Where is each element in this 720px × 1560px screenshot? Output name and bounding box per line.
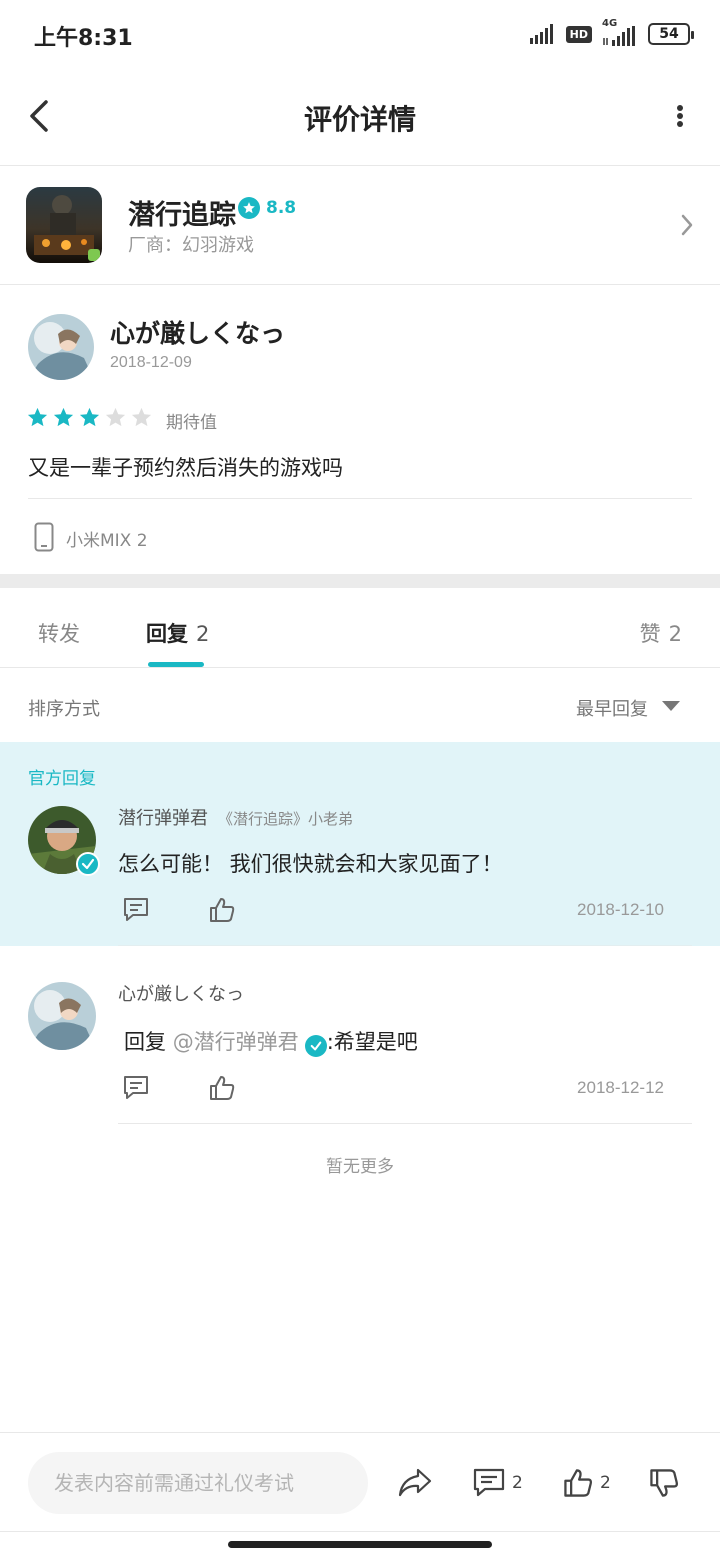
rating-star-icon	[238, 197, 260, 219]
reply-date: 2018-12-10	[577, 900, 664, 919]
mention-link[interactable]: @潜行弹弹君	[173, 1030, 299, 1054]
likes-count: 2	[668, 622, 682, 646]
thumbs-up-icon[interactable]	[208, 1074, 236, 1102]
comment-input[interactable]	[28, 1452, 368, 1514]
thumbs-down-icon	[650, 1469, 678, 1497]
status-bar: 上午8:31 HD 4G 54	[0, 0, 720, 70]
reply-author: 潜行弹弹君 《潜行追踪》小老弟	[118, 808, 354, 829]
review-text: 又是一辈子预约然后消失的游戏吗	[28, 456, 343, 480]
share-button[interactable]	[398, 1467, 432, 1497]
more-options-icon[interactable]	[676, 104, 684, 128]
avatar[interactable]	[28, 982, 96, 1050]
tab-bar: 转发 回复 2 赞2	[0, 588, 720, 668]
page-title: 评价详情	[303, 103, 416, 136]
status-icons: HD 4G 54	[529, 18, 694, 48]
star-filled-icon	[79, 407, 100, 427]
status-time: 上午8:31	[34, 26, 133, 51]
star-rating	[26, 406, 153, 429]
tab-indicator	[148, 662, 204, 667]
nav-bar: 评价详情	[0, 70, 720, 166]
review-author: 心が厳しくなっ	[110, 319, 286, 348]
sort-dropdown[interactable]: 最早回复	[576, 695, 648, 721]
tab-likes[interactable]: 赞2	[640, 618, 682, 648]
reply-text: 怎么可能！ 我们很快就会和大家见面了！	[118, 852, 503, 876]
star-label: 期待值	[166, 413, 217, 433]
star-filled-icon	[27, 407, 48, 427]
comment-count: 2	[512, 1473, 523, 1493]
tab-forward[interactable]: 转发	[38, 618, 80, 648]
divider	[118, 945, 692, 946]
bottom-action-bar: 2 2	[0, 1432, 720, 1532]
no-more-label: 暂无更多	[326, 1157, 394, 1177]
chevron-right-icon	[681, 214, 693, 236]
divider	[28, 498, 692, 499]
divider	[118, 1123, 692, 1124]
replies-count: 2	[196, 622, 210, 646]
share-icon	[398, 1468, 432, 1497]
like-button[interactable]: 2	[562, 1467, 611, 1499]
rating-value: 8.8	[266, 198, 297, 218]
comment-icon	[473, 1468, 505, 1497]
app-info-row[interactable]: 潜行追踪 8.8 厂商：幻羽游戏	[0, 167, 720, 285]
review-date: 2018-12-09	[110, 354, 192, 371]
avatar[interactable]	[28, 314, 94, 380]
comment-icon[interactable]	[122, 896, 150, 924]
reply-author: 心が厳しくなっ	[118, 984, 244, 1005]
author-tag: 《潜行追踪》小老弟	[218, 810, 354, 828]
battery-icon: 54	[648, 23, 694, 45]
verified-badge-icon	[76, 852, 100, 876]
app-icon	[26, 187, 102, 263]
dislike-button[interactable]	[648, 1467, 680, 1499]
thumbs-up-icon	[564, 1469, 592, 1497]
review-card: 心が厳しくなっ 2018-12-09 期待值 又是一辈子预约然后消失的游戏吗 小…	[0, 286, 720, 574]
caret-down-icon[interactable]	[662, 701, 680, 711]
thumbs-up-icon[interactable]	[208, 896, 236, 924]
hd-badge: HD	[565, 25, 592, 43]
reply-date: 2018-12-12	[577, 1078, 664, 1097]
star-empty-icon	[131, 407, 152, 427]
phone-icon	[34, 522, 54, 552]
star-filled-icon	[53, 407, 74, 427]
section-divider	[0, 574, 720, 588]
verified-badge-icon	[304, 1035, 327, 1057]
official-reply: 官方回复 潜行弹弹君 《潜行追踪》小老弟 怎么可能！ 我们很快就会和大家见面了！ …	[0, 742, 720, 946]
official-reply-label: 官方回复	[28, 769, 96, 789]
star-empty-icon	[105, 407, 126, 427]
comment-icon[interactable]	[122, 1074, 150, 1102]
home-indicator[interactable]	[228, 1541, 492, 1548]
reply-text: 回复 @潜行弹弹君:希望是吧	[124, 1026, 418, 1057]
app-rating: 8.8	[238, 197, 296, 219]
device-name: 小米MIX 2	[66, 531, 148, 551]
network-4g-icon: 4G	[602, 18, 638, 46]
app-vendor: 厂商：幻羽游戏	[128, 235, 254, 256]
sort-row: 排序方式 最早回复	[0, 669, 720, 741]
comment-button[interactable]: 2	[472, 1467, 523, 1499]
like-count: 2	[600, 1473, 611, 1493]
signal-icon	[529, 24, 553, 44]
tab-replies[interactable]: 回复 2	[146, 618, 209, 648]
app-name: 潜行追踪	[128, 200, 236, 231]
sort-label: 排序方式	[28, 699, 100, 720]
